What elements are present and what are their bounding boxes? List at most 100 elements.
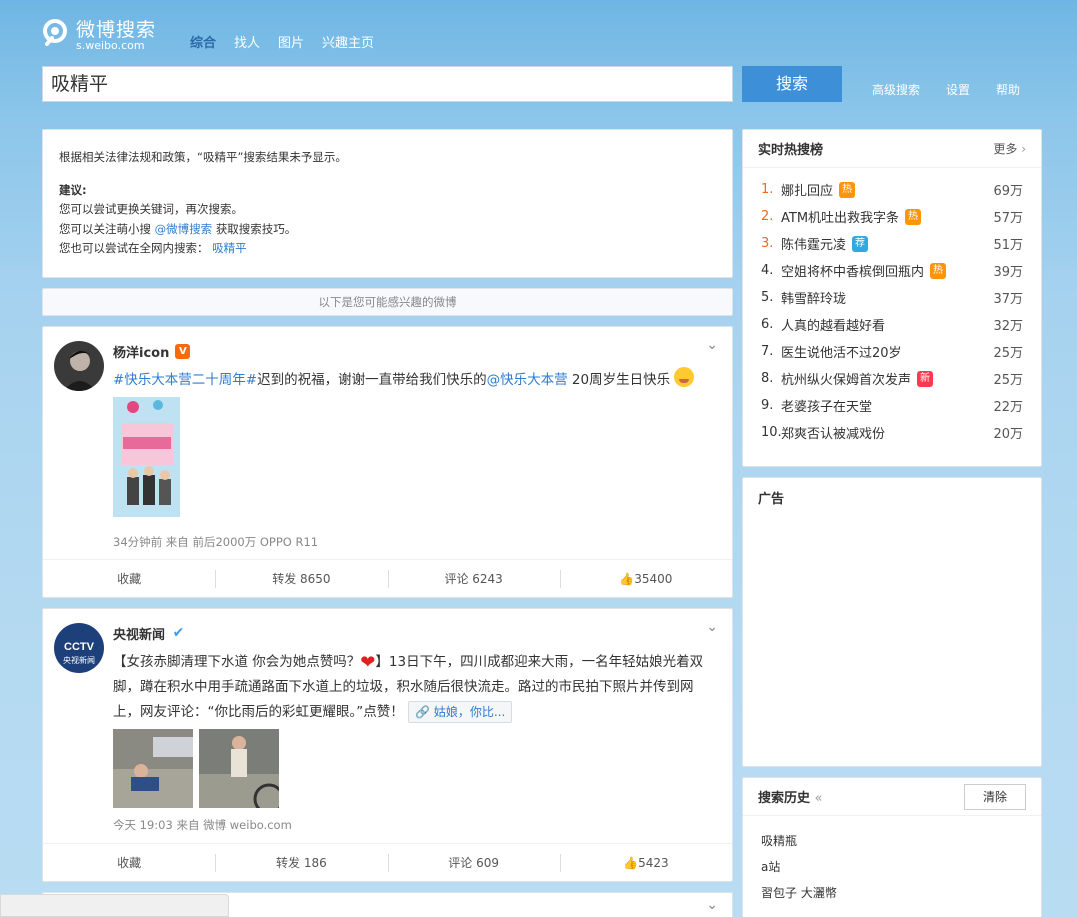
hot-label[interactable]: 医生说他活不过20岁	[781, 342, 993, 361]
help-link[interactable]: 帮助	[996, 81, 1020, 98]
advanced-search-link[interactable]: 高级搜索	[872, 81, 920, 98]
hot-search-item[interactable]: 4. 空姐将杯中香槟倒回瓶内热 39万	[761, 257, 1023, 284]
like-button[interactable]: 👍35400	[559, 560, 732, 597]
hot-rank: 2.	[761, 209, 774, 224]
hot-rank: 7.	[761, 344, 774, 359]
history-list: 吸精瓶 a站 習包子 大灑幣	[743, 816, 1041, 906]
collapse-icon[interactable]: «	[815, 791, 823, 806]
web-search-link[interactable]: 吸精平	[212, 241, 247, 255]
magnifier-logo-icon	[43, 19, 67, 46]
avatar[interactable]: CCTV 央视新闻	[54, 623, 104, 673]
post-image[interactable]	[113, 729, 193, 808]
hot-label[interactable]: 陈伟霆元凌荐	[781, 234, 993, 253]
hot-label[interactable]: 老婆孩子在天堂	[781, 396, 993, 415]
article-link[interactable]: 🔗 姑娘，你比...	[408, 701, 513, 723]
settings-link[interactable]: 设置	[946, 81, 970, 98]
nav-tab-images[interactable]: 图片	[278, 32, 304, 51]
history-item[interactable]: a站	[761, 854, 1023, 880]
censorship-notice: 根据相关法律法规和政策，“吸精平”搜索结果未予显示。 建议: 您可以尝试更换关键…	[42, 129, 733, 278]
hot-search-item[interactable]: 3. 陈伟霆元凌荐 51万	[761, 230, 1023, 257]
search-button[interactable]: 搜索	[742, 66, 842, 102]
svg-text:CCTV: CCTV	[64, 641, 95, 653]
post-author[interactable]: 杨洋icon V	[113, 342, 191, 361]
interest-divider: 以下是您可能感兴趣的微博	[42, 288, 733, 316]
favorite-button[interactable]: 收藏	[43, 844, 215, 881]
comment-button[interactable]: 评论 609	[387, 844, 560, 881]
hot-label[interactable]: 娜扎回应热	[781, 180, 993, 199]
clear-history-button[interactable]: 清除	[964, 783, 1026, 810]
feed-item: 杨洋icon V ⌄ #快乐大本营二十周年#迟到的祝福，谢谢一直带给我们快乐的@…	[42, 326, 733, 598]
heart-icon: ❤	[360, 652, 376, 673]
hot-count: 51万	[993, 238, 1023, 253]
post-actions: 收藏 转发 8650 评论 6243 👍35400	[43, 559, 732, 597]
nav-tab-people[interactable]: 找人	[234, 32, 260, 51]
search-input[interactable]: 吸精平	[42, 66, 733, 102]
post-actions: 收藏 转发 186 评论 609 👍5423	[43, 843, 732, 881]
history-item[interactable]: 習包子 大灑幣	[761, 880, 1023, 906]
more-link[interactable]: 更多 ›	[993, 140, 1026, 157]
hot-search-item[interactable]: 2. ATM机吐出救我字条热 57万	[761, 203, 1023, 230]
weibo-search-mention-link[interactable]: @微博搜索	[155, 222, 213, 236]
verified-icon: V	[175, 344, 191, 359]
hot-search-item[interactable]: 10. 郑爽否认被减戏份 20万	[761, 419, 1023, 446]
ad-title: 广告	[758, 491, 785, 507]
hot-tag-badge: 荐	[852, 235, 869, 252]
hot-rank: 3.	[761, 236, 774, 251]
hot-count: 39万	[993, 265, 1023, 280]
hot-label[interactable]: 韩雪醉玲珑	[781, 288, 993, 307]
hot-label[interactable]: 郑爽否认被减戏份	[781, 423, 993, 442]
nav-tab-comprehensive[interactable]: 综合	[190, 32, 216, 51]
hot-label[interactable]: 杭州纵火保姆首次发声新	[781, 369, 993, 388]
suggest-title: 建议:	[59, 182, 87, 197]
hot-count: 20万	[993, 427, 1023, 442]
hot-tag-badge: 热	[839, 181, 856, 198]
history-header: 搜索历史 « 清除	[743, 778, 1041, 816]
hot-count: 69万	[993, 184, 1023, 199]
hot-search-item[interactable]: 8. 杭州纵火保姆首次发声新 25万	[761, 365, 1023, 392]
hot-search-item[interactable]: 6. 人真的越看越好看 32万	[761, 311, 1023, 338]
chevron-right-icon: ›	[1021, 142, 1026, 156]
hot-label[interactable]: 空姐将杯中香槟倒回瓶内热	[781, 261, 993, 280]
top-links: 高级搜索 设置 帮助	[872, 81, 1020, 98]
post-text: 【女孩赤脚清理下水道 你会为她点赞吗？❤】13日下午，四川成都迎来大雨，一名年轻…	[113, 650, 718, 725]
hot-rank: 8.	[761, 371, 774, 386]
favorite-button[interactable]: 收藏	[43, 560, 215, 597]
post-author[interactable]: 央视新闻 ✔	[113, 624, 186, 644]
repost-button[interactable]: 转发 186	[215, 844, 387, 881]
hot-count: 37万	[993, 292, 1023, 307]
like-button[interactable]: 👍5423	[559, 844, 732, 881]
bottom-status-bar	[0, 894, 229, 917]
hot-tag-badge: 新	[917, 370, 934, 387]
ad-panel: 广告	[742, 477, 1042, 767]
hot-label[interactable]: 人真的越看越好看	[781, 315, 993, 334]
hot-rank: 5.	[761, 290, 774, 305]
hot-search-item[interactable]: 7. 医生说他活不过20岁 25万	[761, 338, 1023, 365]
post-image[interactable]	[113, 397, 180, 517]
nav-tab-interest[interactable]: 兴趣主页	[322, 32, 374, 51]
hot-search-item[interactable]: 1. 娜扎回应热 69万	[761, 176, 1023, 203]
comment-button[interactable]: 评论 6243	[387, 560, 560, 597]
chevron-down-icon[interactable]: ⌄	[706, 337, 718, 353]
repost-button[interactable]: 转发 8650	[215, 560, 387, 597]
hot-search-item[interactable]: 9. 老婆孩子在天堂 22万	[761, 392, 1023, 419]
hot-count: 25万	[993, 373, 1023, 388]
hot-search-item[interactable]: 5. 韩雪醉玲珑 37万	[761, 284, 1023, 311]
hot-count: 32万	[993, 319, 1023, 334]
hot-search-panel: 实时热搜榜 更多 › 1. 娜扎回应热 69万 2. ATM机吐出救我字条热 57万 3. 陈…	[742, 129, 1042, 467]
post-text: #快乐大本营二十周年#迟到的祝福，谢谢一直带给我们快乐的@快乐大本营 20周岁生…	[113, 367, 718, 393]
chevron-down-icon[interactable]: ⌄	[706, 619, 718, 635]
hashtag-link[interactable]: #快乐大本营二十周年#	[113, 372, 257, 388]
thumbs-up-icon: 👍	[623, 856, 639, 870]
post-meta: 今天 19:03 来自 微博 weibo.com	[113, 818, 292, 832]
weibo-search-logo[interactable]: 微博搜索 s.weibo.com	[42, 14, 162, 56]
chevron-down-icon[interactable]: ⌄	[706, 897, 718, 913]
hot-rank: 9.	[761, 398, 774, 413]
history-item[interactable]: 吸精瓶	[761, 828, 1023, 854]
mention-link[interactable]: @快乐大本营	[487, 372, 568, 388]
avatar[interactable]	[54, 341, 104, 391]
post-image[interactable]	[199, 729, 279, 808]
hot-count: 25万	[993, 346, 1023, 361]
hot-count: 22万	[993, 400, 1023, 415]
hot-label[interactable]: ATM机吐出救我字条热	[781, 207, 993, 226]
hot-search-list: 1. 娜扎回应热 69万 2. ATM机吐出救我字条热 57万 3. 陈伟霆元凌荐 51万 4. 空…	[743, 168, 1041, 446]
